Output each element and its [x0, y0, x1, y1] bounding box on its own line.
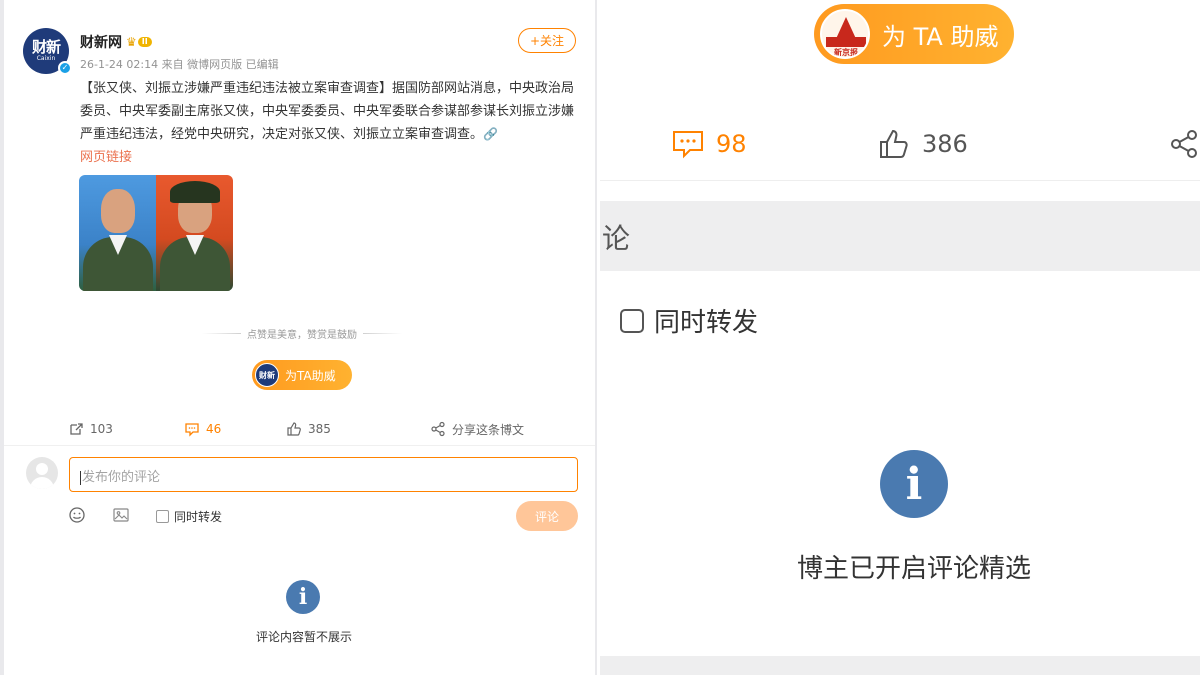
forward-label: 同时转发: [174, 510, 223, 524]
checkbox-box[interactable]: [156, 510, 169, 523]
newspaper-logo: 新京报: [820, 9, 870, 59]
comment-icon: [185, 423, 199, 437]
divider: [600, 180, 1200, 181]
mobile-comment-count: 98: [716, 130, 747, 158]
screenshot-root: 财新 Caixin ✓ 财新网 ♛ II 26-1-24 02:14 来自 微博…: [0, 0, 1200, 675]
divider: [4, 445, 595, 446]
reward-label: 为TA助威: [285, 368, 336, 383]
follow-button[interactable]: +关注: [518, 28, 576, 53]
weibo-desktop-post-panel: 财新 Caixin ✓ 财新网 ♛ II 26-1-24 02:14 来自 微博…: [0, 0, 597, 675]
image-upload-icon[interactable]: [112, 506, 130, 524]
mobile-comment-button[interactable]: 98: [672, 122, 747, 166]
newspaper-logo-text: 新京报: [834, 48, 858, 57]
comment-icon: [673, 131, 703, 159]
mobile-like-button[interactable]: 386: [878, 122, 968, 166]
repost-count: 103: [90, 422, 113, 436]
portrait-right: [156, 175, 233, 291]
user-avatar: [26, 457, 58, 489]
emoji-icon[interactable]: [68, 506, 86, 524]
post-action-bar: 103 46 385 分享这条博文: [4, 418, 595, 442]
mobile-forward-label: 同时转发: [654, 308, 759, 338]
comment-curation-notice: 博主已开启评论精选: [796, 554, 1031, 584]
weibo-mobile-post-panel: 新京报 为 TA 助威 98 386 论 同时转发 i 博主已开启评论精选: [600, 0, 1200, 675]
post-text: 【张又侠、刘振立涉嫌严重违纪违法被立案审查调查】据国防部网站消息，中央政治局委员…: [80, 81, 575, 142]
bottom-bar: [600, 656, 1200, 675]
author-line: 财新网 ♛ II: [80, 32, 152, 52]
thumbs-up-icon: [287, 422, 301, 436]
reward-logo: 财新: [255, 363, 279, 387]
mobile-like-count: 386: [922, 130, 968, 158]
author-name[interactable]: 财新网: [80, 32, 122, 52]
comment-button[interactable]: 46: [184, 418, 221, 440]
share-button[interactable]: 分享这条博文: [430, 418, 524, 440]
encourage-text: 点赞是美意，赞赏是鼓励: [247, 330, 357, 341]
info-icon: i: [286, 580, 320, 614]
crown-icon: ♛: [126, 35, 137, 49]
mobile-action-bar: 98 386: [600, 122, 1200, 166]
comment-placeholder: 发布你的评论: [82, 470, 161, 485]
like-count: 385: [308, 422, 331, 436]
reward-label-large: 为 TA 助威: [882, 22, 999, 51]
verified-badge-icon: ✓: [58, 61, 72, 75]
comment-count: 46: [206, 422, 222, 436]
info-icon: i: [880, 450, 948, 518]
mobile-share-button[interactable]: [1168, 122, 1200, 166]
thumbs-up-icon: [880, 129, 908, 158]
avatar-logo-text: 财新: [31, 38, 61, 56]
avatar-logo-subtext: Caixin: [36, 55, 56, 62]
comment-submit-button[interactable]: 评论: [516, 501, 578, 531]
portrait-left: [79, 175, 156, 291]
comment-tab-bar: 论: [600, 201, 1200, 271]
post-image[interactable]: [79, 175, 233, 291]
forward-checkbox[interactable]: 同时转发: [156, 508, 222, 525]
vip-badge[interactable]: ♛ II: [126, 35, 152, 49]
mobile-forward-checkbox[interactable]: 同时转发: [620, 302, 758, 339]
repost-button[interactable]: 103: [68, 418, 113, 440]
post-content: 【张又侠、刘振立涉嫌严重违纪违法被立案审查调查】据国防部网站消息，中央政治局委员…: [80, 78, 576, 169]
comments-hidden-notice: 评论内容暂不展示: [255, 630, 352, 644]
repost-icon: [70, 423, 83, 435]
checkbox-box[interactable]: [620, 308, 644, 333]
web-link[interactable]: 网页链接: [80, 150, 132, 165]
reward-button-large[interactable]: 新京报 为 TA 助威: [814, 4, 1014, 64]
encourage-caption: 点赞是美意，赞赏是鼓励: [202, 326, 402, 341]
like-button[interactable]: 385: [286, 418, 331, 440]
post-meta: 26-1-24 02:14 来自 微博网页版 已编辑: [80, 58, 279, 71]
link-icon: 🔗: [483, 127, 498, 141]
comment-input[interactable]: 发布你的评论: [69, 457, 578, 492]
share-label: 分享这条博文: [452, 422, 525, 437]
reward-button[interactable]: 财新 为TA助威: [252, 360, 352, 390]
tab-comments[interactable]: 论: [602, 217, 630, 257]
share-icon: [1171, 130, 1197, 158]
share-icon: [431, 421, 445, 437]
vip-level: II: [137, 37, 152, 47]
